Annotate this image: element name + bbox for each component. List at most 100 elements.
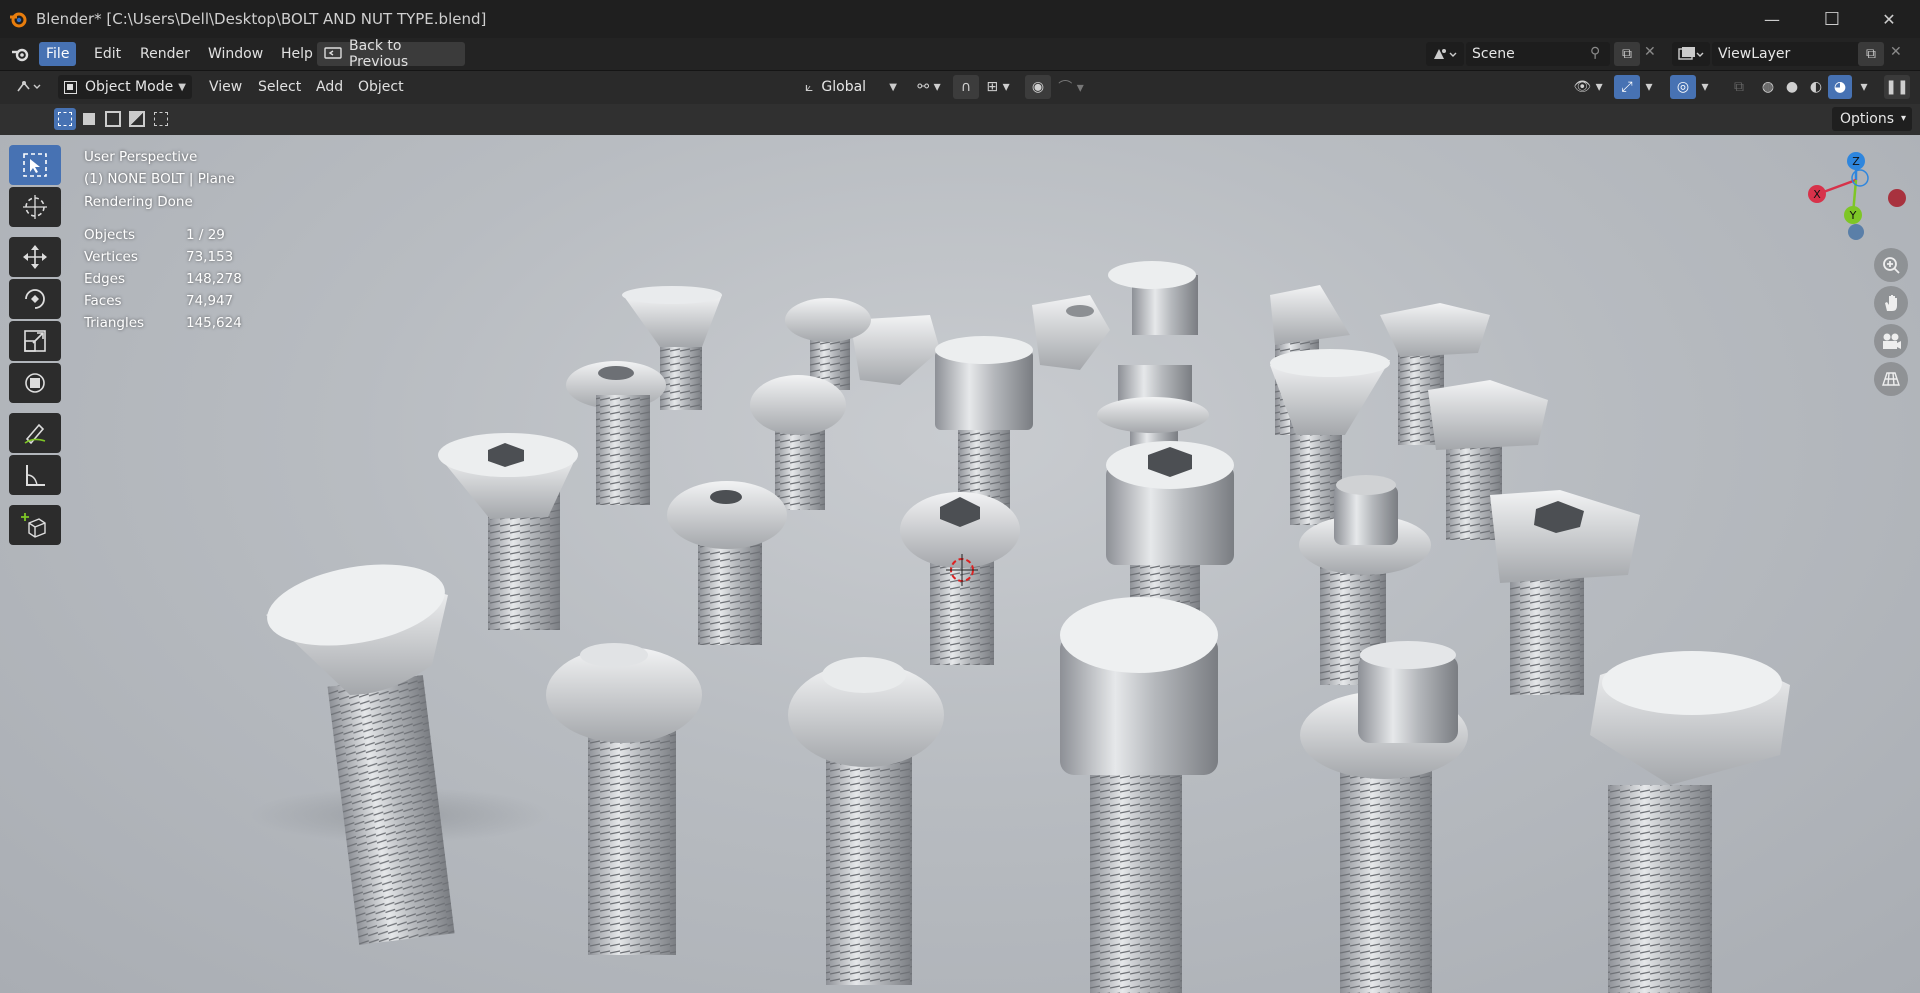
tool-settings-header bbox=[0, 104, 1920, 135]
grid-icon[interactable] bbox=[1874, 362, 1908, 396]
back-to-previous-label: Back to Previous bbox=[348, 38, 409, 70]
shading-mode-group: ◍ ● ◐ ◕ bbox=[1756, 75, 1852, 99]
menu-render[interactable]: Render bbox=[133, 42, 197, 66]
add-cube-icon[interactable] bbox=[9, 505, 61, 545]
gizmo-z-label: Z bbox=[1852, 155, 1860, 168]
hand-icon[interactable] bbox=[1874, 286, 1908, 320]
bolt-cylinder-torx-center bbox=[935, 336, 1033, 515]
header-menu-add[interactable]: Add bbox=[316, 75, 343, 99]
options-dropdown[interactable]: Options ▾ bbox=[1832, 107, 1912, 131]
render-status: Rendering Done bbox=[84, 193, 193, 210]
viewport-info: User Perspective (1) NONE BOLT | Plane R… bbox=[84, 146, 235, 213]
visibility-icon[interactable]: 👁 ▾ bbox=[1570, 75, 1606, 99]
hex-nut-back-2 bbox=[1032, 295, 1110, 370]
select-box-icon[interactable] bbox=[9, 145, 61, 185]
view-layer-selector[interactable] bbox=[1672, 42, 1710, 66]
close-button[interactable]: ✕ bbox=[1860, 0, 1918, 38]
solid-shading-icon[interactable]: ● bbox=[1780, 75, 1804, 99]
select-subtract-icon[interactable] bbox=[102, 108, 124, 130]
header-menu-object[interactable]: Object bbox=[358, 75, 404, 99]
menu-help[interactable]: Help bbox=[274, 42, 320, 66]
camera-icon[interactable] bbox=[1874, 324, 1908, 358]
bolt-hex-large-front bbox=[1590, 651, 1790, 993]
select-intersect-icon[interactable] bbox=[150, 108, 172, 130]
mode-selector[interactable]: Object Mode ▼ bbox=[58, 75, 192, 99]
chevron-down-icon[interactable]: ▾ bbox=[1640, 75, 1658, 99]
menu-file[interactable]: File bbox=[39, 42, 77, 66]
bolt-pan-cross-left bbox=[596, 395, 650, 505]
xray-toggle-icon[interactable]: ⧉ bbox=[1726, 75, 1752, 99]
falloff-icon[interactable]: ⌒ ▾ bbox=[1053, 75, 1089, 99]
stat-edges: Edges 148,278 bbox=[84, 271, 242, 287]
pause-render-icon[interactable]: ❚❚ bbox=[1884, 75, 1910, 99]
top-menu-bar: File Edit Render Window Help Back to Pre… bbox=[0, 38, 1920, 71]
blender-logo-icon bbox=[10, 12, 27, 28]
bolt-countersunk-hex-left bbox=[438, 433, 578, 630]
chevron-down-icon: ▾ bbox=[1900, 113, 1906, 124]
snap-toggle-icon[interactable]: ∩ bbox=[953, 75, 979, 99]
select-new-icon[interactable] bbox=[54, 108, 76, 130]
maximize-button[interactable]: ☐ bbox=[1803, 0, 1861, 38]
bolt-button-dome-front bbox=[788, 657, 944, 985]
rendered-shading-icon[interactable]: ◕ bbox=[1828, 75, 1852, 99]
pin-icon[interactable]: ⚲ bbox=[1590, 45, 1600, 61]
new-scene-icon[interactable]: ⧉ bbox=[1614, 42, 1640, 66]
measure-icon[interactable] bbox=[9, 455, 61, 495]
overlays-toggle-icon[interactable]: ◎ bbox=[1670, 75, 1696, 99]
move-icon[interactable] bbox=[9, 237, 61, 277]
zoom-icon[interactable] bbox=[1874, 248, 1908, 282]
delete-view-layer-icon[interactable]: ✕ bbox=[1890, 44, 1902, 60]
editor-type-icon[interactable] bbox=[10, 75, 50, 99]
neg-x-axis-icon bbox=[1888, 189, 1906, 207]
scene-name-field[interactable]: Scene bbox=[1466, 42, 1610, 66]
back-to-previous-button[interactable]: Back to Previous bbox=[317, 38, 465, 70]
bolt-flange-large-front bbox=[1300, 641, 1468, 993]
bolt-button-hex-mid bbox=[667, 481, 787, 645]
annotate-icon[interactable] bbox=[9, 413, 61, 453]
transform-orientation-selector[interactable]: ⟀ Global ▼ bbox=[805, 75, 901, 99]
delete-scene-icon[interactable]: ✕ bbox=[1644, 44, 1656, 60]
bolt-cheese-phillips-back bbox=[1108, 261, 1198, 335]
gizmo-toggle-icon[interactable]: ⤢ bbox=[1614, 75, 1640, 99]
navigation-gizmo[interactable]: Z X Y bbox=[1800, 148, 1912, 244]
view-layer-name-field[interactable]: ViewLayer bbox=[1712, 42, 1866, 66]
3d-viewport[interactable] bbox=[0, 135, 1920, 993]
screen-back-icon bbox=[324, 47, 342, 59]
snap-target-icon[interactable]: ⊞ ▾ bbox=[980, 75, 1016, 99]
transform-icon[interactable] bbox=[9, 363, 61, 403]
title-bar: Blender* [C:\Users\Dell\Desktop\BOLT AND… bbox=[0, 0, 1920, 38]
viewport-header: Object Mode ▼ View Select Add Object ⟀ G… bbox=[0, 71, 1920, 104]
scene-selector[interactable] bbox=[1426, 42, 1464, 66]
select-extend-icon[interactable] bbox=[78, 108, 100, 130]
stat-value: 148,278 bbox=[186, 271, 242, 287]
proportional-edit-icon[interactable]: ◉ bbox=[1025, 75, 1051, 99]
bolt-hex-socket-right bbox=[1490, 490, 1640, 695]
wireframe-shading-icon[interactable]: ◍ bbox=[1756, 75, 1780, 99]
chevron-down-icon[interactable]: ▾ bbox=[1696, 75, 1714, 99]
gizmo-x-label: X bbox=[1813, 188, 1821, 201]
pivot-point-icon[interactable]: ⚯ ▾ bbox=[911, 75, 947, 99]
cursor-icon[interactable] bbox=[9, 187, 61, 227]
select-invert-icon[interactable] bbox=[126, 108, 148, 130]
stat-label: Triangles bbox=[84, 315, 145, 331]
rotate-icon[interactable] bbox=[9, 279, 61, 319]
minimize-button[interactable]: — bbox=[1743, 0, 1801, 38]
header-menu-view[interactable]: View bbox=[209, 75, 242, 99]
menu-window[interactable]: Window bbox=[201, 42, 270, 66]
blender-menu-icon[interactable] bbox=[10, 45, 32, 63]
menu-edit[interactable]: Edit bbox=[87, 42, 128, 66]
stat-value: 73,153 bbox=[186, 249, 234, 265]
window-title: Blender* [C:\Users\Dell\Desktop\BOLT AND… bbox=[36, 10, 487, 28]
rendered-scene bbox=[250, 261, 1790, 993]
active-object: (1) NONE BOLT | Plane bbox=[84, 171, 235, 188]
material-shading-icon[interactable]: ◐ bbox=[1804, 75, 1828, 99]
chevron-down-icon: ▼ bbox=[889, 81, 897, 93]
scale-icon[interactable] bbox=[9, 321, 61, 361]
chevron-down-icon: ▼ bbox=[178, 81, 186, 93]
view-name: User Perspective bbox=[84, 149, 198, 165]
header-menu-select[interactable]: Select bbox=[258, 75, 301, 99]
stat-label: Faces bbox=[84, 293, 122, 309]
stat-label: Objects bbox=[84, 227, 136, 243]
new-view-layer-icon[interactable]: ⧉ bbox=[1858, 42, 1884, 66]
chevron-down-icon[interactable]: ▾ bbox=[1855, 75, 1873, 99]
